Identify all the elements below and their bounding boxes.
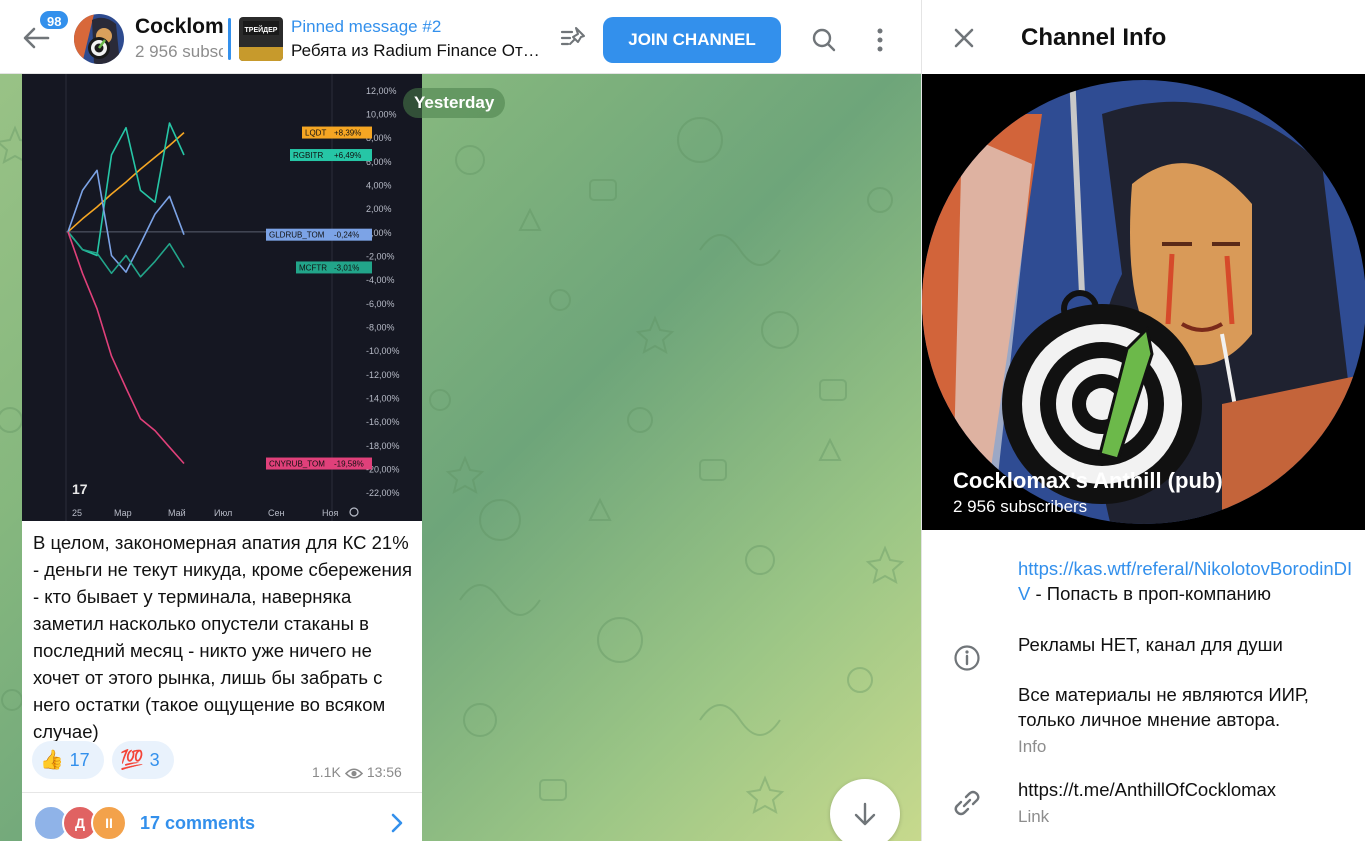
telegram-window: 98 Cocklomax's Anthill (pub) 2 956 subsc…: [0, 0, 1365, 841]
channel-info-panel: Channel Info Cocklomax's Anthill (pub) 2…: [921, 0, 1365, 841]
info-header: Channel Info: [922, 0, 1365, 74]
x-tick-label: Май: [168, 508, 186, 518]
series-name-label: RGBITR: [293, 151, 323, 160]
y-tick-label: -16,00%: [366, 417, 400, 427]
search-button[interactable]: [806, 22, 842, 58]
series-name-label: MCFTR: [299, 263, 327, 272]
chat-title[interactable]: Cocklomax's Anthill (pub): [135, 15, 223, 39]
description-line-2: Все материалы не являются ИИР, только ли…: [1018, 684, 1309, 730]
message-photo-chart[interactable]: 12,00% 10,00% 8,00% 6,00% 4,00% 2,00% 0,00% -2,…: [22, 74, 422, 521]
y-tick-label: -10,00%: [366, 346, 400, 356]
message-time: 13:56: [366, 764, 402, 780]
series-value-label: -3,01%: [334, 263, 359, 272]
description-label: Info: [1018, 737, 1047, 756]
series-name-label: GLDRUB_TOM: [269, 231, 325, 240]
date-divider: Yesterday: [403, 88, 506, 118]
link-icon: [954, 790, 980, 816]
x-tick-label: 25: [72, 508, 82, 518]
series-value-label: +8,39%: [334, 129, 361, 138]
more-options-button[interactable]: [862, 22, 898, 58]
close-icon: [954, 28, 974, 48]
chevron-right-icon: [391, 813, 403, 833]
description-line-1: Рекламы НЕТ, канал для души: [1018, 634, 1283, 655]
unread-count-badge: 98: [38, 9, 71, 31]
series-line-mcftr: [67, 231, 185, 278]
eye-icon: [344, 768, 363, 779]
search-icon: [812, 28, 836, 52]
channel-link[interactable]: https://t.me/AnthillOfCocklomax: [1018, 777, 1358, 802]
referral-row: https://kas.wtf/referal/NikolotovBorodin…: [1018, 556, 1358, 606]
chart-settings-icon: [349, 507, 359, 517]
hundred-emoji: 💯: [120, 750, 144, 771]
thumbs-up-emoji: 👍: [40, 750, 64, 771]
pinned-thumb-text: ТРЕЙДЕР: [245, 25, 278, 34]
info-icon: [954, 645, 980, 671]
pinned-message[interactable]: ТРЕЙДЕР Pinned message #2 Ребята из Radi…: [228, 14, 548, 64]
performance-line-chart: 12,00%10,00%8,00%6,00%4,00%2,00%0,00%-2,…: [65, 74, 400, 521]
channel-name: Cocklomax's Anthill (pub): [953, 468, 1223, 493]
pinned-list-button[interactable]: [556, 22, 590, 56]
message-bubble: 12,00% 10,00% 8,00% 6,00% 4,00% 2,00% 0,00% -2,…: [22, 74, 422, 841]
series-name-label: CNYRUB_TOM: [269, 460, 325, 469]
reaction-hundred[interactable]: 💯 3: [112, 741, 174, 779]
chat-header: 98 Cocklomax's Anthill (pub) 2 956 subsc…: [0, 0, 921, 74]
pinned-text: Ребята из Radium Finance Открыли: [291, 41, 541, 60]
scroll-to-bottom-button[interactable]: [830, 779, 900, 841]
view-count: 1.1K: [312, 764, 341, 780]
y-tick-label: 12,00%: [366, 86, 397, 96]
channel-subscribers: 2 956 subscribers: [953, 497, 1088, 516]
chat-subscriber-count: 2 956 subscribers: [135, 42, 223, 61]
channel-cover-photo[interactable]: Cocklomax's Anthill (pub) 2 956 subscrib…: [922, 74, 1365, 530]
message-meta: 1.1K 13:56: [312, 764, 414, 780]
y-tick-label: 10,00%: [366, 110, 397, 120]
channel-cover-art: [922, 74, 1365, 530]
comments-label: 17 comments: [140, 813, 256, 833]
join-channel-button[interactable]: JOIN CHANNEL: [603, 17, 781, 63]
y-tick-label: -22,00%: [366, 488, 400, 498]
y-tick-label: 4,00%: [366, 181, 392, 191]
reaction-count: 3: [149, 750, 160, 770]
link-label: Link: [1018, 807, 1050, 826]
y-tick-label: -6,00%: [366, 299, 395, 309]
tradingview-logo-icon: 17: [72, 481, 88, 497]
pinned-list-icon: [560, 27, 585, 46]
series-value-label: -0,24%: [334, 231, 359, 240]
pinned-indicator-bar: [228, 18, 231, 60]
reaction-thumbs-up[interactable]: 👍 17: [32, 741, 104, 779]
channel-avatar[interactable]: [74, 14, 124, 64]
y-tick-label: -8,00%: [366, 323, 395, 333]
pinned-title: Pinned message #2: [291, 17, 442, 36]
x-tick-label: Ноя: [322, 508, 339, 518]
comments-button[interactable]: Д II 17 comments: [22, 792, 422, 841]
commenter-avatar: II: [91, 805, 127, 841]
x-tick-label: Июл: [214, 508, 232, 518]
referral-suffix: - Попасть в проп-компанию: [1030, 583, 1271, 604]
more-vertical-icon: [877, 28, 883, 52]
y-tick-label: -12,00%: [366, 370, 400, 380]
reaction-count: 17: [69, 750, 90, 770]
x-tick-label: Сен: [268, 508, 285, 518]
info-title: Channel Info: [1021, 24, 1167, 51]
pinned-thumbnail: ТРЕЙДЕР: [239, 17, 283, 61]
chat-panel: 98 Cocklomax's Anthill (pub) 2 956 subsc…: [0, 0, 921, 841]
y-tick-label: -18,00%: [366, 441, 400, 451]
series-line-cnyrub_tom: [67, 231, 185, 465]
series-value-label: -19,58%: [334, 460, 364, 469]
series-line-rgbitr: [67, 122, 185, 257]
close-info-button[interactable]: [946, 20, 982, 56]
y-tick-label: -14,00%: [366, 394, 400, 404]
arrow-down-icon: [854, 802, 876, 826]
x-tick-label: Мар: [114, 508, 132, 518]
message-text: В целом, закономерная апатия для КС 21% …: [33, 532, 413, 742]
series-value-label: +6,49%: [334, 151, 361, 160]
channel-avatar-image: [74, 14, 124, 64]
y-tick-label: -2,00%: [366, 252, 395, 262]
y-tick-label: 2,00%: [366, 204, 392, 214]
series-line-lqdt: [67, 132, 185, 233]
y-tick-label: -4,00%: [366, 275, 395, 285]
series-name-label: LQDT: [305, 129, 326, 138]
